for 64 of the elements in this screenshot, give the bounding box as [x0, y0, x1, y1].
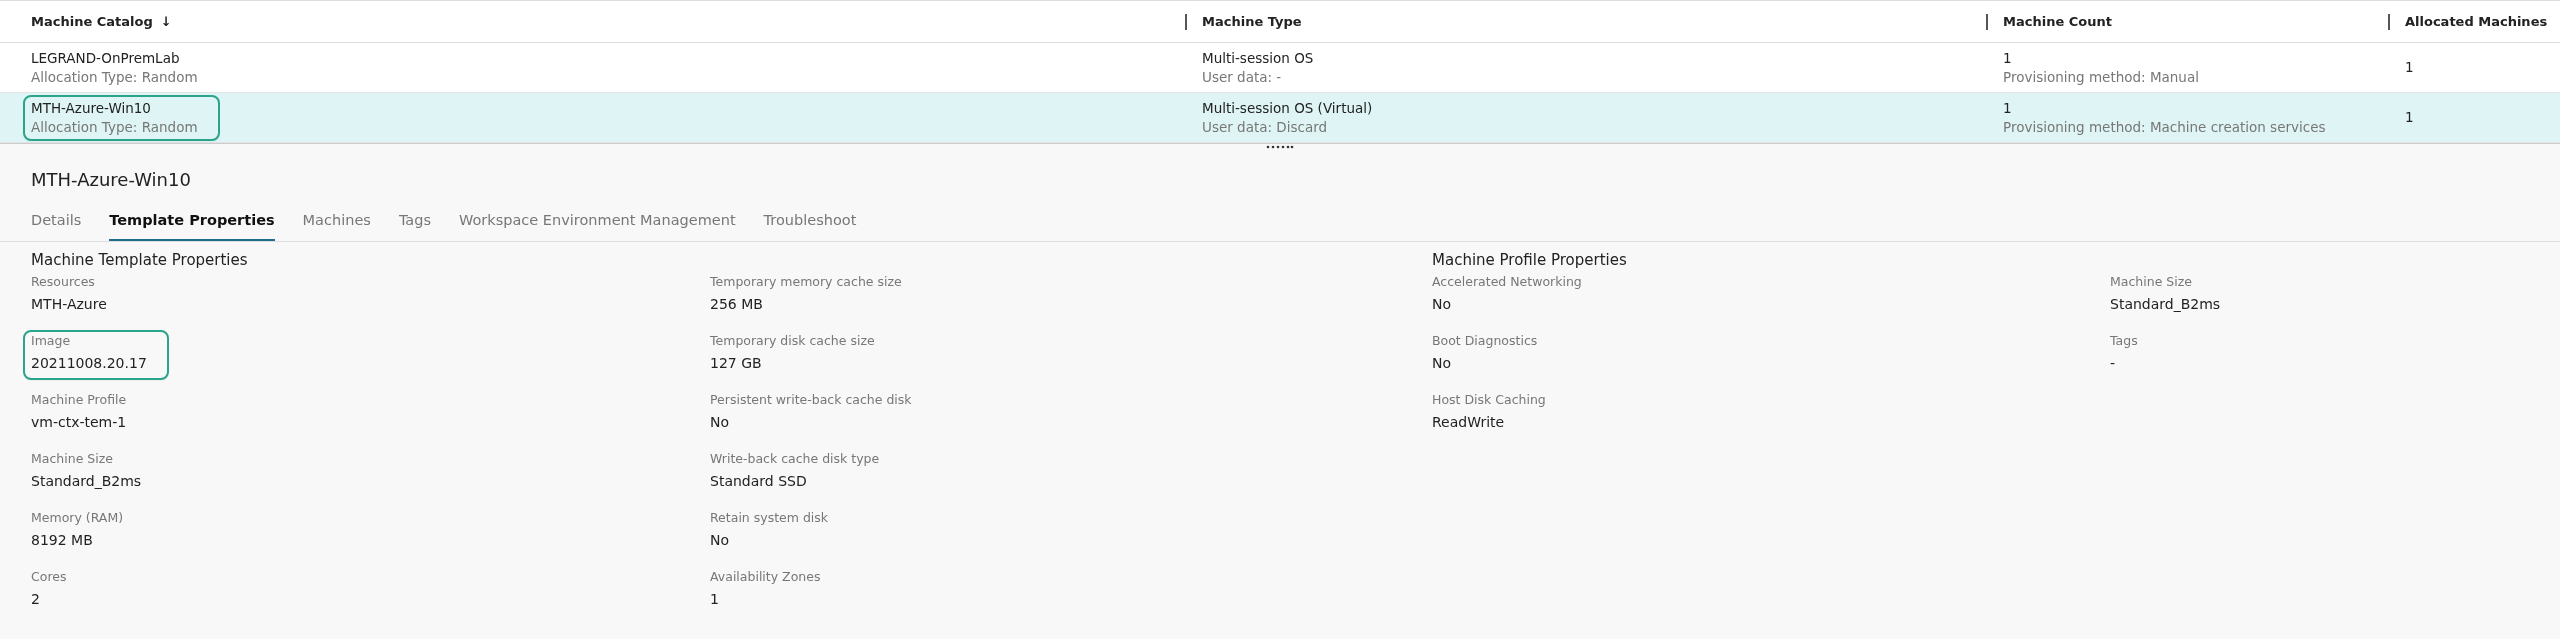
- property-value: Standard_B2ms: [31, 472, 142, 491]
- property-value: No: [1432, 354, 1453, 373]
- property-label: Accelerated Networking: [1432, 273, 1582, 291]
- property-value: 2: [31, 590, 41, 609]
- column-header[interactable]: Machine Type: [1187, 11, 1302, 32]
- section-title: Machine Template Properties: [31, 251, 248, 269]
- property-value: 20211008.20.17: [31, 354, 147, 373]
- property-label: Retain system disk: [710, 509, 829, 527]
- tab[interactable]: Template Properties: [109, 202, 275, 241]
- column-header[interactable]: Allocated Machines: [2390, 11, 2548, 32]
- cell-text: LEGRAND-OnPremLab: [31, 48, 181, 68]
- property-value: No: [1432, 295, 1453, 314]
- table-row[interactable]: MTH-Azure-Win10 Allocation Type: Random Multi-session OS (Virtual) User data: Discard 1 Provisioning method: Machine creation services 1: [0, 93, 2560, 143]
- cell-subtext: User data: -: [1202, 67, 1283, 87]
- property-value: No: [710, 531, 731, 550]
- sort-arrow-icon[interactable]: ↓: [160, 11, 172, 32]
- property-value: vm-ctx-tem-1: [31, 413, 127, 432]
- cell-text: 1: [2405, 58, 2415, 77]
- property-value: Standard SSD: [710, 472, 808, 491]
- property-value: ReadWrite: [1432, 413, 1506, 432]
- tab[interactable]: Troubleshoot: [763, 202, 857, 241]
- property-label: Temporary memory cache size: [710, 273, 902, 291]
- property-value: No: [710, 413, 731, 432]
- property-label: Persistent write-back cache disk: [710, 391, 912, 409]
- cell-text: Multi-session OS: [1202, 48, 1315, 68]
- cell-subtext: Provisioning method: Machine creation services: [2003, 117, 2327, 137]
- property-label: Availability Zones: [710, 568, 821, 586]
- property-label: Machine Size: [2110, 273, 2193, 291]
- cell-subtext: Allocation Type: Random: [31, 117, 198, 137]
- cell-subtext: Provisioning method: Manual: [2003, 67, 2200, 87]
- property-value: 1: [710, 590, 720, 609]
- property-label: Memory (RAM): [31, 509, 124, 527]
- cell-text: Multi-session OS (Virtual): [1202, 98, 1374, 118]
- cell-text: MTH-Azure-Win10: [31, 98, 152, 118]
- property-label: Machine Profile: [31, 391, 127, 409]
- property-value: -: [2110, 354, 2117, 373]
- property-label: Temporary disk cache size: [710, 332, 875, 350]
- cell-subtext: User data: Discard: [1202, 117, 1329, 137]
- property-value: 8192 MB: [31, 531, 94, 550]
- tab[interactable]: Workspace Environment Management: [459, 202, 736, 241]
- property-label: Write-back cache disk type: [710, 450, 880, 468]
- column-header[interactable]: Machine Count: [1988, 11, 2112, 32]
- cell-text: 1: [2405, 108, 2415, 127]
- tab[interactable]: Tags: [398, 202, 431, 241]
- property-value: 256 MB: [710, 295, 764, 314]
- property-value: 127 GB: [710, 354, 763, 373]
- cell-text: 1: [2003, 98, 2013, 118]
- resize-grip-icon[interactable]: [1266, 144, 1294, 150]
- property-value: MTH-Azure: [31, 295, 107, 314]
- property-label: Host Disk Caching: [1432, 391, 1546, 409]
- property-label: Machine Size: [31, 450, 114, 468]
- section-title: Machine Profile Properties: [1432, 251, 1627, 269]
- cell-text: 1: [2003, 48, 2013, 68]
- cell-subtext: Allocation Type: Random: [31, 67, 199, 87]
- tab[interactable]: Machines: [302, 202, 371, 241]
- column-header[interactable]: Machine Catalog: [0, 11, 153, 32]
- property-value: Standard_B2ms: [2110, 295, 2221, 314]
- property-label: Resources: [31, 273, 96, 291]
- property-label: Cores: [31, 568, 67, 586]
- tab[interactable]: Details: [31, 202, 82, 241]
- property-label: Tags: [2110, 332, 2138, 350]
- property-label: Image: [31, 332, 72, 350]
- property-label: Boot Diagnostics: [1432, 332, 1538, 350]
- details-title: MTH-Azure-Win10: [31, 169, 191, 190]
